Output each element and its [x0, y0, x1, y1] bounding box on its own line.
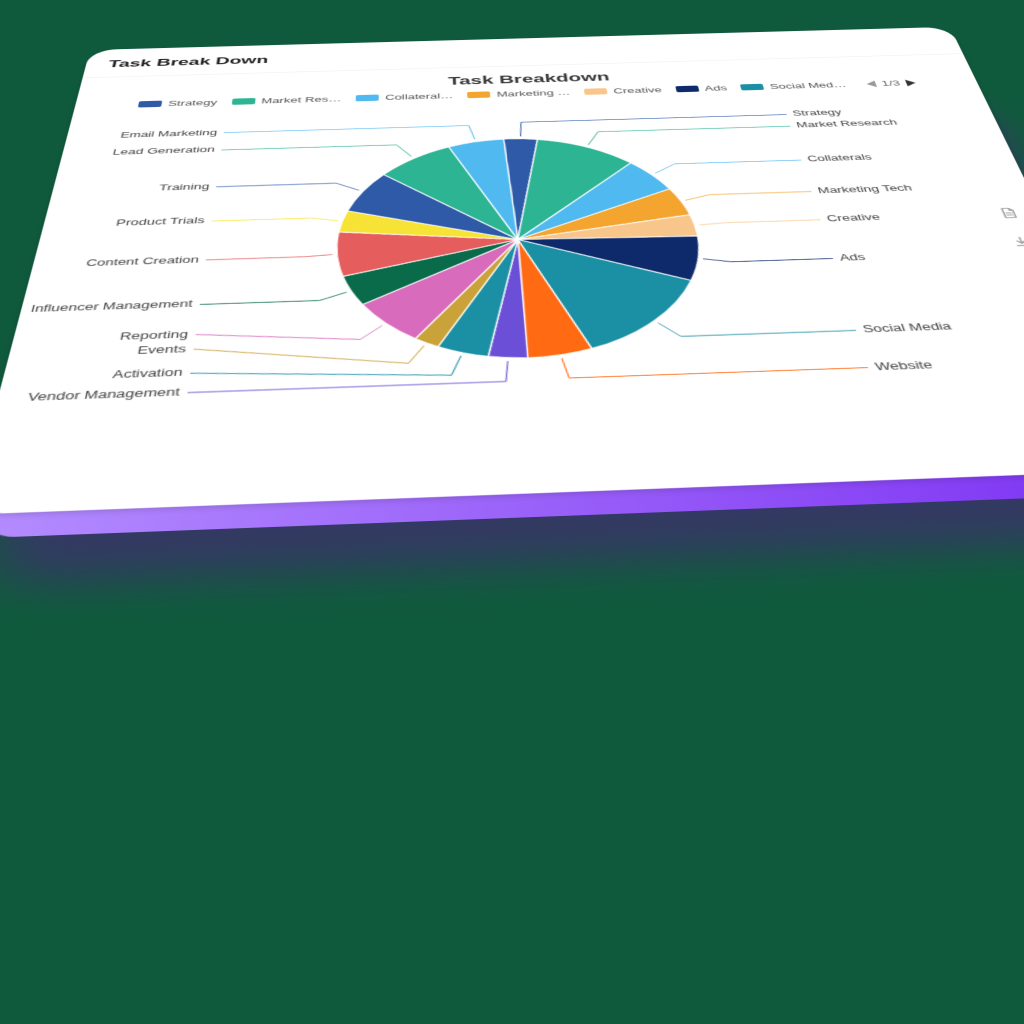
legend-swatch	[356, 95, 379, 102]
pie-chart	[0, 85, 1024, 457]
legend-label: Collateral…	[385, 92, 453, 102]
legend-swatch	[231, 98, 255, 105]
pie-slice[interactable]	[518, 234, 708, 286]
legend-label: Social Med…	[769, 81, 848, 91]
pie-slice[interactable]	[383, 145, 518, 244]
slice-label: Email Marketing	[120, 128, 218, 139]
slice-label: Product Trials	[115, 216, 205, 228]
legend-item[interactable]: Social Med…	[740, 81, 847, 92]
download-icon[interactable]	[1008, 235, 1024, 252]
slice-label: Events	[137, 343, 187, 356]
legend-item[interactable]: Market Res…	[231, 95, 341, 106]
pie-slice[interactable]	[449, 139, 518, 242]
slice-label: Collaterals	[806, 153, 873, 164]
chart-card: Task Break Down Task Breakdown StrategyM…	[0, 27, 1024, 515]
pie-slice[interactable]	[342, 240, 523, 306]
pie-slice[interactable]	[481, 240, 529, 360]
pie-slice[interactable]	[517, 238, 593, 358]
legend-label: Marketing …	[496, 88, 570, 98]
pie-slice[interactable]	[414, 240, 527, 348]
slice-label: Training	[158, 182, 210, 193]
slice-label: Ads	[838, 252, 867, 263]
pie-slice[interactable]	[509, 137, 645, 240]
legend-pagination: 1/3	[865, 78, 917, 88]
slice-label: Vendor Management	[26, 386, 180, 404]
slice-label: Activation	[112, 367, 184, 381]
chart-body: StrategyMarket ResearchCollateralsMarket…	[0, 85, 1024, 457]
legend-label: Creative	[613, 86, 663, 95]
slice-label: Market Research	[795, 118, 898, 129]
pie-slice[interactable]	[516, 215, 698, 242]
leader-lines	[0, 85, 1024, 457]
legend-item[interactable]: Marketing …	[467, 88, 570, 99]
pie-slice[interactable]	[435, 240, 528, 359]
document-icon[interactable]	[995, 207, 1023, 223]
pie-slice[interactable]	[336, 226, 521, 276]
legend-label: Ads	[704, 84, 728, 92]
pie-slice[interactable]	[362, 240, 527, 341]
legend-page-indicator: 1/3	[880, 79, 902, 88]
pie-slice[interactable]	[514, 188, 695, 239]
legend-swatch	[675, 86, 699, 93]
legend-prev-arrow-icon[interactable]	[865, 80, 877, 87]
slice-label: Creative	[826, 212, 882, 223]
slice-label: Lead Generation	[112, 145, 216, 157]
legend-item[interactable]: Collateral…	[356, 92, 454, 103]
slice-label: Social Media	[861, 321, 953, 335]
legend-item[interactable]: Strategy	[138, 98, 218, 108]
slice-label: Influencer Management	[29, 299, 193, 315]
legend-label: Strategy	[167, 98, 217, 107]
pie-slice[interactable]	[338, 206, 518, 245]
slice-label: Marketing Tech	[816, 183, 913, 195]
legend-item[interactable]: Creative	[584, 86, 662, 96]
slice-label: Reporting	[119, 328, 189, 342]
legend-swatch	[468, 91, 491, 98]
legend-swatch	[138, 101, 162, 108]
legend-item[interactable]: Ads	[675, 84, 728, 93]
pie-slice[interactable]	[511, 162, 679, 240]
legend-swatch	[584, 88, 608, 95]
legend-swatch	[740, 84, 764, 91]
pie-slice[interactable]	[518, 234, 705, 350]
slice-label: Strategy	[791, 108, 842, 117]
legend-label: Market Res…	[261, 95, 342, 105]
legend-next-arrow-icon[interactable]	[905, 79, 917, 86]
pie-slice[interactable]	[504, 138, 549, 240]
pie-slice[interactable]	[346, 171, 517, 245]
slice-label: Content Creation	[85, 254, 200, 268]
slice-label: Website	[873, 359, 934, 373]
